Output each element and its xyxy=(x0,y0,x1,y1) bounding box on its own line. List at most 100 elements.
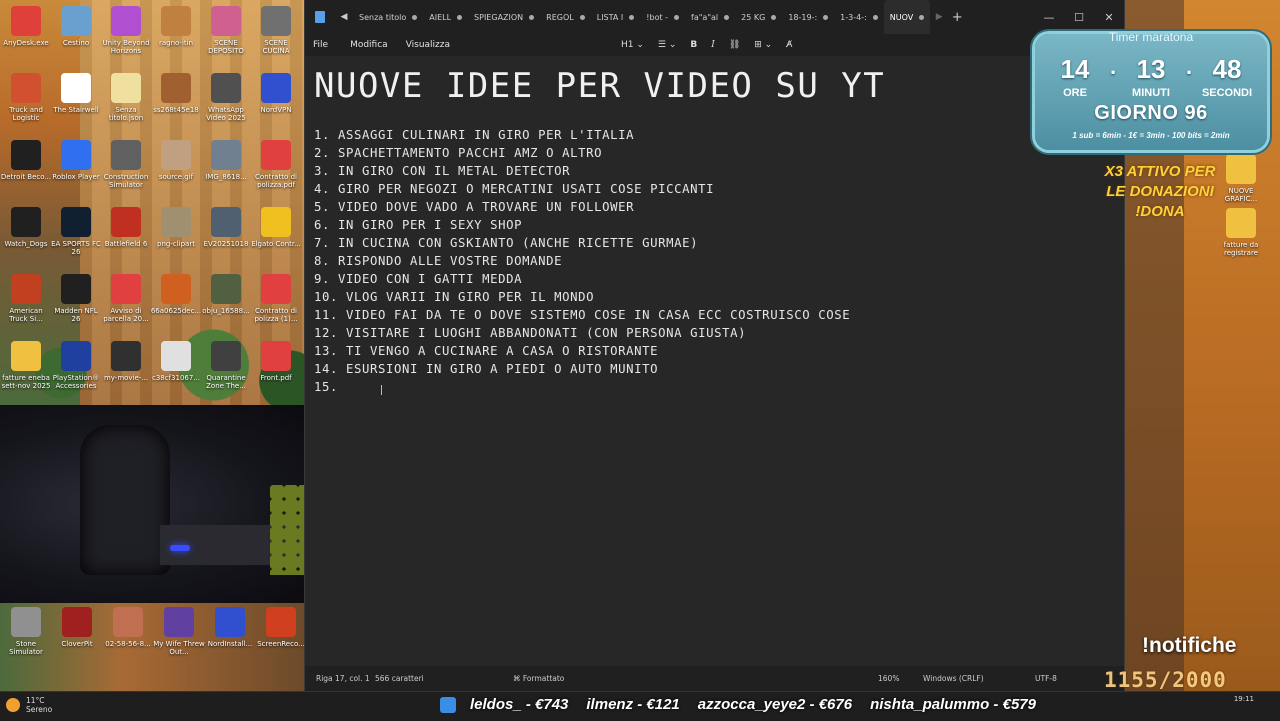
desktop-icon-label: 02-58-56-8... xyxy=(105,640,151,648)
editor-area[interactable]: NUOVE IDEE PER VIDEO SU YT 1. ASSAGGI CU… xyxy=(305,56,1124,666)
desktop-icon-cloverpit[interactable]: CloverPit xyxy=(51,607,103,648)
tab-senza-titolo[interactable]: Senza titolo xyxy=(353,0,423,34)
table-icon[interactable]: ⊞ ⌄ xyxy=(754,40,772,50)
desktop-icon-elgato-contr[interactable]: Elgato Contr... xyxy=(250,207,302,248)
desktop-icon-screenreco[interactable]: ScreenReco... xyxy=(255,607,307,648)
desktop-icon-whatsapp-video-2025[interactable]: WhatsApp Video 2025 xyxy=(200,73,252,122)
desktop-icon-unity-beyond-horizons[interactable]: Unity Beyond Horizons xyxy=(100,6,152,55)
desktop-icon-c38cf31067[interactable]: c38cf31067... xyxy=(150,341,202,382)
desktop-icon-ss268t45e18[interactable]: ss268t45e18 xyxy=(150,73,202,114)
desktop-icon-obju-16588[interactable]: obju_16588... xyxy=(200,274,252,315)
tab-label: AIELL xyxy=(429,12,452,22)
tab-bot[interactable]: !bot - xyxy=(640,0,685,34)
app-icon xyxy=(261,341,291,371)
desktop-icon-label: Cestino xyxy=(62,39,90,47)
desktop-icon-my-movie[interactable]: my-movie-... xyxy=(100,341,152,382)
link-icon[interactable]: ⛓ xyxy=(729,40,740,50)
list-icon[interactable]: ☰ ⌄ xyxy=(658,40,676,50)
desktop-icon-scene-deposito[interactable]: SCENE DEPOSITO xyxy=(200,6,252,55)
unsaved-dot-icon[interactable] xyxy=(412,14,418,20)
desktop-icon-avviso-di-parcella-20[interactable]: Avviso di parcella 20... xyxy=(100,274,152,323)
bold-button[interactable]: B xyxy=(690,40,697,50)
tab-regol[interactable]: REGOL xyxy=(540,0,591,34)
desktop-icon-contratto-di-polizza-pdf[interactable]: Contratto di polizza.pdf xyxy=(250,140,302,189)
app-icon xyxy=(111,140,141,170)
desktop-icon-my-wife-threw-out[interactable]: My Wife Threw Out... xyxy=(153,607,205,656)
desktop-icon-detroit-beco[interactable]: Detroit Beco... xyxy=(0,140,52,181)
unsaved-dot-icon[interactable] xyxy=(872,14,878,20)
desktop-icon-senza-titolo-json[interactable]: Senza titolo.json xyxy=(100,73,152,122)
unsaved-dot-icon[interactable] xyxy=(529,14,535,20)
unsaved-dot-icon[interactable] xyxy=(823,14,829,20)
unsaved-dot-icon[interactable] xyxy=(919,14,925,20)
minimize-button[interactable]: — xyxy=(1034,11,1064,24)
desktop-icon-watch-dogs[interactable]: Watch_Dogs xyxy=(0,207,52,248)
tab-25-kg[interactable]: 25 KG xyxy=(735,0,782,34)
unsaved-dot-icon[interactable] xyxy=(771,14,777,20)
new-tab-button[interactable]: + xyxy=(948,10,966,25)
desktop-icon-battlefield-6[interactable]: Battlefield 6 xyxy=(100,207,152,248)
desktop-icon-construction-simulator[interactable]: Construction Simulator xyxy=(100,140,152,189)
weather-widget[interactable]: 11°C Sereno xyxy=(6,696,52,714)
unsaved-dot-icon[interactable] xyxy=(629,14,635,20)
desktop-icon-the-stairwell[interactable]: The Stairwell xyxy=(50,73,102,114)
desktop-icon-source-gif[interactable]: source.gif xyxy=(150,140,202,181)
desktop-icon-roblox-player[interactable]: Roblox Player xyxy=(50,140,102,181)
desktop-icon-png-clipart[interactable]: png-clipart xyxy=(150,207,202,248)
desktop-icon-ev20251018[interactable]: EV20251018 xyxy=(200,207,252,248)
list-item: 11. VIDEO FAI DA TE O DOVE SISTEMO COSE … xyxy=(314,308,851,322)
unsaved-dot-icon[interactable] xyxy=(724,14,730,20)
desktop-icon-cestino[interactable]: Cestino xyxy=(50,6,102,47)
tab-spiegazion[interactable]: SPIEGAZION xyxy=(468,0,540,34)
unsaved-dot-icon[interactable] xyxy=(674,14,680,20)
unsaved-dot-icon[interactable] xyxy=(579,14,585,20)
tab-nuov[interactable]: NUOV xyxy=(883,0,931,34)
tab-scroll-right-icon[interactable]: ▶ xyxy=(930,12,948,22)
tab-aiell[interactable]: AIELL xyxy=(423,0,468,34)
menu-edit[interactable]: Modifica xyxy=(336,40,396,50)
tab-18-19[interactable]: 18-19-: xyxy=(782,0,834,34)
menu-file[interactable]: File xyxy=(305,40,336,50)
blue-light xyxy=(170,545,190,551)
desktop-icon-ragno-itin[interactable]: ragno-itin xyxy=(150,6,202,47)
desktop-icon-02-58-56-8[interactable]: 02-58-56-8... xyxy=(102,607,154,648)
desktop-icon-nordvpn[interactable]: NordVPN xyxy=(250,73,302,114)
desktop-icon-quarantine-zone-the[interactable]: Quarantine Zone The... xyxy=(200,341,252,390)
sun-icon xyxy=(6,698,20,712)
clock[interactable]: 19:11 xyxy=(1234,695,1254,703)
format-status[interactable]: ⌘ Formattato xyxy=(513,674,564,683)
clear-format-icon[interactable]: A̸ xyxy=(786,40,792,50)
desktop-icon-madden-nfl-26[interactable]: Madden NFL 26 xyxy=(50,274,102,323)
italic-button[interactable]: I xyxy=(711,40,715,50)
desktop-icon-playstation-accessories[interactable]: PlayStation® Accessories xyxy=(50,341,102,390)
tab-lista-i[interactable]: LISTA I xyxy=(591,0,641,34)
app-icon xyxy=(161,274,191,304)
desktop-icon-66a0625dec[interactable]: 66a0625dec... xyxy=(150,274,202,315)
desktop-icon-scene-cucina[interactable]: SCENE CUCINA xyxy=(250,6,302,55)
tab-scroll-left-icon[interactable]: ◀ xyxy=(335,12,353,22)
desktop-icon-nordinstall[interactable]: NordInstall... xyxy=(204,607,256,648)
marathon-day: GIORNO 96 xyxy=(1094,102,1208,124)
line-ending[interactable]: Windows (CRLF) xyxy=(923,674,984,683)
tab-fa-a-al[interactable]: fa"a"al xyxy=(685,0,735,34)
app-icon xyxy=(161,140,191,170)
desktop-icon-img-8618[interactable]: IMG_8618... xyxy=(200,140,252,181)
heading-dropdown[interactable]: H1 ⌄ xyxy=(621,40,644,50)
desktop-icon-ea-sports-fc-26[interactable]: EA SPORTS FC 26 xyxy=(50,207,102,256)
close-button[interactable]: ✕ xyxy=(1094,11,1124,24)
desktop-icon-front-pdf[interactable]: Front.pdf xyxy=(250,341,302,382)
desktop-icon-stone-simulator[interactable]: Stone Simulator xyxy=(0,607,52,656)
zoom-level[interactable]: 160% xyxy=(878,674,899,683)
menu-view[interactable]: Visualizza xyxy=(396,40,458,50)
maximize-button[interactable]: ☐ xyxy=(1064,11,1094,24)
desktop-icon-fatture-eneba-sett-nov-2025[interactable]: fatture eneba sett-nov 2025 xyxy=(0,341,52,390)
desktop-icon-contratto-di-polizza-1[interactable]: Contratto di polizza (1)... xyxy=(250,274,302,323)
desktop-icon-truck-and-logistic[interactable]: Truck and Logistic xyxy=(0,73,52,122)
tab-1-3-4[interactable]: 1-3-4-: xyxy=(834,0,884,34)
unsaved-dot-icon[interactable] xyxy=(457,14,463,20)
encoding[interactable]: UTF-8 xyxy=(1035,674,1057,683)
start-icon[interactable] xyxy=(440,697,456,713)
desktop-icon-american-truck-si[interactable]: American Truck Si... xyxy=(0,274,52,323)
desktop-icon-anydesk-exe[interactable]: AnyDesk.exe xyxy=(0,6,52,47)
menu-bar: File Modifica Visualizza H1 ⌄ ☰ ⌄ B I ⛓ … xyxy=(305,34,1124,56)
